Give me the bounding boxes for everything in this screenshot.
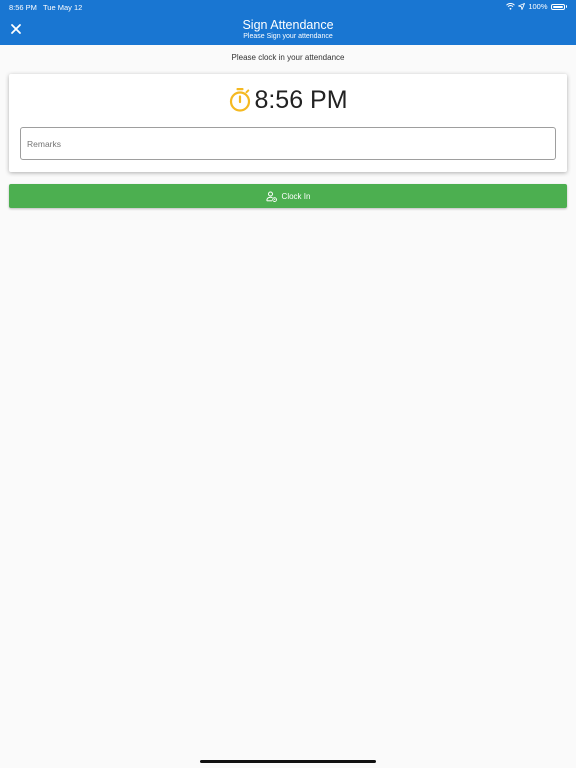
status-bar: 8:56 PM Tue May 12 100% <box>0 0 576 14</box>
person-clock-icon <box>265 191 277 202</box>
instruction-text: Please clock in your attendance <box>231 53 345 62</box>
status-time: 8:56 PM <box>9 3 37 12</box>
location-arrow-icon <box>518 3 526 10</box>
battery-icon <box>550 3 567 10</box>
battery-percentage: 100% <box>528 2 548 11</box>
attendance-card: 8:56 PM <box>9 74 567 172</box>
page-title: Sign Attendance <box>242 18 334 32</box>
clock-display: 8:56 PM <box>9 86 567 114</box>
home-indicator[interactable] <box>200 760 376 763</box>
remarks-input[interactable] <box>20 127 556 160</box>
status-date: Tue May 12 <box>43 3 83 12</box>
wifi-icon <box>506 3 516 10</box>
status-indicators: 100% <box>506 2 567 11</box>
header-titles: Sign Attendance Please Sign your attenda… <box>0 18 576 41</box>
page-subtitle: Please Sign your attendance <box>243 33 333 40</box>
clock-time: 8:56 PM <box>254 86 348 114</box>
clock-in-button[interactable]: Clock In <box>9 184 567 208</box>
clock-in-label: Clock In <box>281 191 311 201</box>
stopwatch-icon <box>230 88 251 112</box>
app-header: 8:56 PM Tue May 12 100% Sign Attendance … <box>0 0 576 45</box>
